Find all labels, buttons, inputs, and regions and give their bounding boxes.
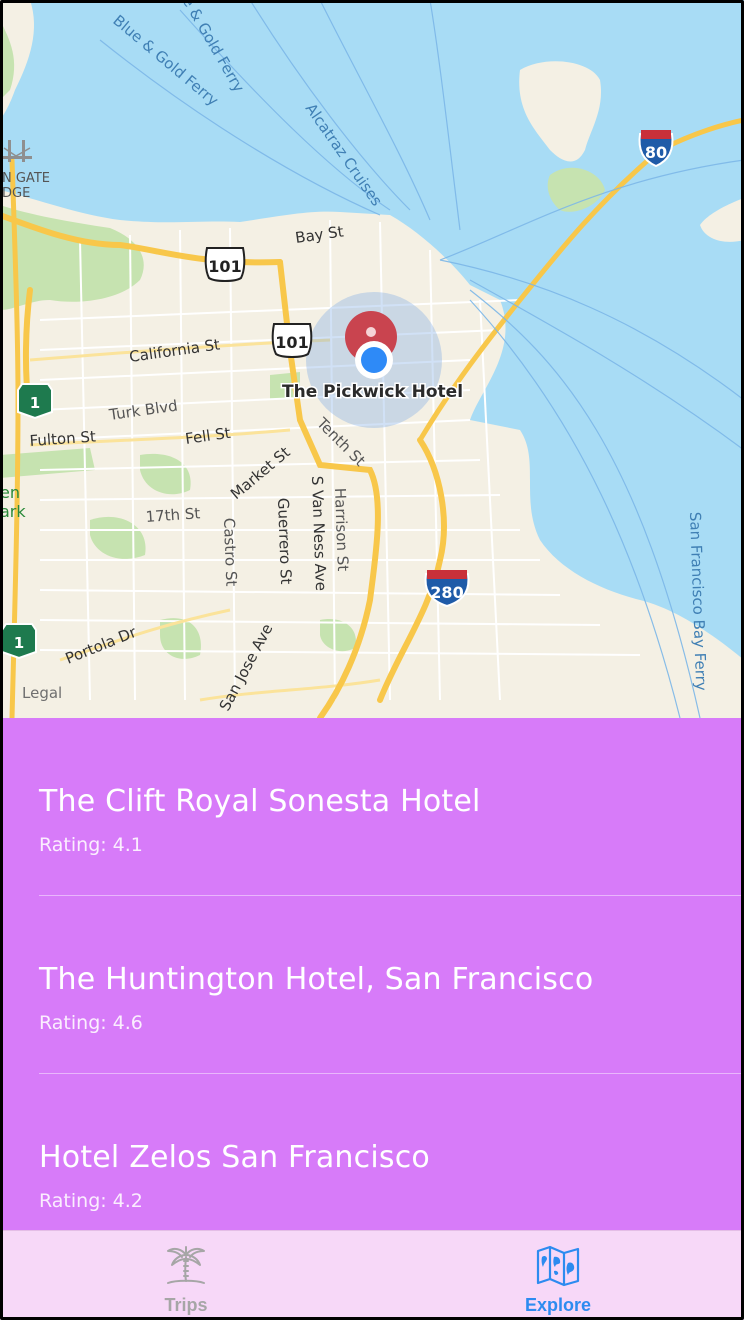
hotel-list-item[interactable]: The Clift Royal Sonesta Hotel Rating: 4.1 [0, 718, 744, 896]
svg-text:N GATE: N GATE [2, 171, 50, 186]
svg-text:80: 80 [645, 143, 667, 162]
tab-bar: Trips Explore [0, 1230, 744, 1320]
svg-text:DGE: DGE [2, 186, 30, 201]
rating-label: Rating: [39, 834, 107, 856]
svg-text:Castro St: Castro St [220, 518, 240, 587]
rating-value: 4.2 [112, 1190, 143, 1212]
tab-trips-label: Trips [164, 1295, 208, 1315]
hotel-list-item[interactable]: Hotel Zelos San Francisco Rating: 4.2 [0, 1074, 744, 1230]
svg-text:1: 1 [30, 394, 40, 412]
tab-explore[interactable]: Explore [372, 1231, 744, 1320]
user-location-dot [355, 341, 393, 379]
palm-tree-icon [167, 1246, 205, 1284]
svg-text:en: en [0, 483, 20, 502]
svg-text:Guerrero St: Guerrero St [274, 498, 295, 585]
rating-label: Rating: [39, 1190, 107, 1212]
hotel-rating: Rating: 4.2 [39, 1190, 143, 1212]
rating-value: 4.6 [112, 1012, 143, 1034]
hotel-name: Hotel Zelos San Francisco [39, 1140, 430, 1175]
rating-value: 4.1 [112, 834, 143, 856]
us-101-shield-a: 101 [204, 247, 246, 282]
hotel-rating: Rating: 4.6 [39, 1012, 143, 1034]
map-view[interactable]: 101 101 80 280 1 1 Blue & Gold Ferry e &… [0, 0, 744, 718]
tab-trips[interactable]: Trips [0, 1231, 372, 1320]
us-101-shield-b: 101 [271, 323, 313, 358]
map-canvas[interactable]: 101 101 80 280 1 1 Blue & Gold Ferry e &… [0, 0, 744, 718]
hotel-list[interactable]: The Clift Royal Sonesta Hotel Rating: 4.1 T… [0, 718, 744, 1230]
pin-label: The Pickwick Hotel [282, 382, 463, 402]
rating-label: Rating: [39, 1012, 107, 1034]
svg-text:Harrison St: Harrison St [331, 488, 352, 572]
svg-text:101: 101 [275, 333, 308, 352]
hotel-list-item[interactable]: The Huntington Hotel, San Francisco Ratin… [0, 896, 744, 1074]
ca-1-shield-a: 1 [17, 383, 53, 420]
hotel-name: The Huntington Hotel, San Francisco [39, 962, 594, 997]
i-280-shield: 280 [424, 570, 470, 608]
hotel-name: The Clift Royal Sonesta Hotel [39, 784, 481, 819]
map-icon [536, 1245, 580, 1287]
svg-text:101: 101 [208, 257, 241, 276]
ca-1-shield-b: 1 [0, 623, 37, 660]
app-screen: 101 101 80 280 1 1 Blue & Gold Ferry e &… [0, 0, 744, 1320]
svg-text:17th St: 17th St [145, 504, 201, 526]
svg-text:280: 280 [430, 583, 463, 602]
legal-link[interactable]: Legal [22, 684, 62, 702]
tab-explore-label: Explore [524, 1295, 592, 1315]
hotel-rating: Rating: 4.1 [39, 834, 143, 856]
svg-text:ark: ark [0, 502, 26, 521]
svg-text:1: 1 [14, 634, 24, 652]
